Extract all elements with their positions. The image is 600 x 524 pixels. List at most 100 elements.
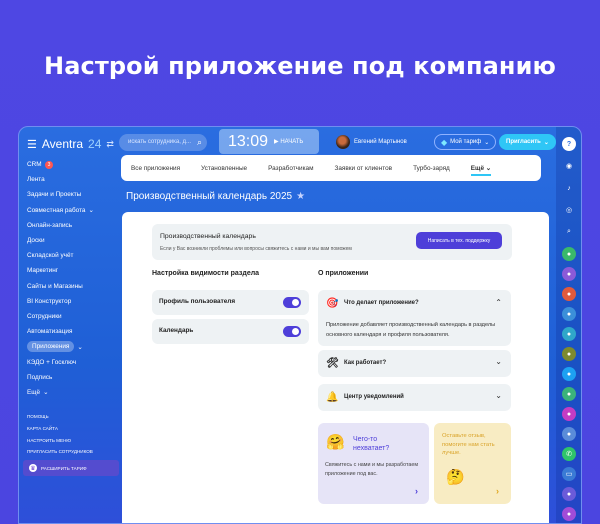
chat-icon[interactable]: ◉	[562, 159, 576, 173]
support-title: Производственный календарь	[160, 233, 256, 240]
accordion-how-it-works[interactable]: 🛠 Как работает? ⌄	[318, 350, 511, 377]
sidebar-item-inventory[interactable]: Складской учёт	[27, 248, 123, 263]
app-tabs: Все приложения Установленные Разработчик…	[121, 155, 541, 181]
user-name: Евгений Мартынов	[354, 139, 407, 145]
search-icon[interactable]: ⌕	[197, 137, 202, 148]
accordion-header[interactable]: 🛠 Как работает?	[326, 350, 386, 376]
chevron-down-icon[interactable]: ⌄	[495, 357, 502, 366]
invite-button[interactable]: Пригласить ⌄	[499, 134, 556, 150]
visibility-row: Календарь	[152, 319, 309, 344]
contact-support-button[interactable]: Написать в тех. поддержку	[416, 232, 502, 249]
chat-avatar-icon[interactable]: ●	[562, 367, 576, 381]
star-icon[interactable]: ★	[296, 191, 305, 202]
upgrade-tariff-button[interactable]: ♛ РАСШИРИТЬ ТАРИФ	[23, 460, 119, 476]
chevron-down-icon: ⌄	[485, 164, 492, 172]
tariff-label: Мой тариф	[450, 139, 482, 145]
counter-badge: 3	[44, 160, 54, 169]
visibility-label: Профиль пользователя	[159, 298, 236, 305]
sidebar-item-crm[interactable]: CRM 3	[27, 157, 123, 172]
chat-avatar-icon[interactable]: ●	[562, 387, 576, 401]
tab-more[interactable]: Ещё ⌄	[470, 164, 492, 176]
help-icon[interactable]: ?	[562, 137, 576, 151]
sidebar-item-kedo[interactable]: КЭДО + Госключ	[27, 354, 123, 369]
feedback-card[interactable]: Оставьте отзыв, помогите нам стать лучше…	[434, 423, 511, 504]
logo-name: Aventra	[41, 137, 84, 151]
visibility-title: Настройка видимости раздела	[152, 270, 260, 277]
chevron-down-icon: ⌄	[543, 139, 549, 146]
page-title-text: Производственный календарь 2025	[126, 191, 293, 202]
chat-avatar-icon[interactable]: ●	[562, 487, 576, 501]
swap-icon[interactable]: ⇄	[106, 139, 114, 150]
user-profile[interactable]: Евгений Мартынов	[336, 135, 407, 149]
sidebar-item-booking[interactable]: Онлайн-запись	[27, 218, 123, 233]
tariff-button[interactable]: ◆ Мой тариф ⌄	[434, 134, 497, 150]
chevron-down-icon: ⌄	[88, 207, 94, 215]
accordion-body: Приложение добавляет производственный ка…	[326, 322, 496, 338]
avatar[interactable]	[336, 135, 350, 149]
sidebar-item-boards[interactable]: Доски	[27, 233, 123, 248]
support-text: Если у Вас возникли проблемы или вопросы…	[160, 246, 352, 252]
chevron-down-icon[interactable]: ⌄	[495, 391, 502, 400]
profile-visibility-toggle[interactable]	[283, 297, 301, 308]
chat-avatar-icon[interactable]: ●	[562, 427, 576, 441]
bell-icon[interactable]: ♪	[562, 181, 576, 195]
tab-client-requests[interactable]: Заявки от клиентов	[334, 165, 392, 172]
work-clock[interactable]: 13:09 ▶ НАЧАТЬ	[219, 129, 319, 154]
chat-avatar-icon[interactable]: ●	[562, 287, 576, 301]
invite-label: Пригласить	[506, 139, 541, 145]
sidebar-item-automation[interactable]: Автоматизация	[27, 324, 123, 339]
chat-avatar-icon[interactable]: ●	[562, 507, 576, 521]
chevron-right-icon[interactable]: ›	[496, 486, 499, 496]
menu-icon[interactable]: ☰	[27, 138, 37, 151]
request-app-card[interactable]: 🤗 Чего-то нехватает? Свяжитесь с нами и …	[318, 423, 429, 504]
search-icon[interactable]: ⌕	[562, 225, 576, 239]
accordion-title: Центр уведомлений	[344, 394, 404, 400]
hugging-face-icon: 🤗	[326, 434, 345, 451]
sidebar-link-help[interactable]: ПОМОЩЬ	[27, 411, 123, 423]
sidebar-link-invite[interactable]: ПРИГЛАСИТЬ СОТРУДНИКОВ	[27, 446, 123, 458]
card-description: Свяжитесь с нами и мы разработаем прилож…	[325, 462, 419, 477]
sidebar-item-marketing[interactable]: Маркетинг	[27, 263, 123, 278]
clock-time: 13:09	[228, 132, 269, 150]
visibility-row: Профиль пользователя	[152, 290, 309, 315]
accordion-header[interactable]: 🎯 Что делает приложение?	[326, 290, 419, 316]
sidebar-item-sites[interactable]: Сайты и Магазины	[27, 279, 123, 294]
chat-avatar-icon[interactable]: ●	[562, 347, 576, 361]
chat-avatar-icon[interactable]: ●	[562, 247, 576, 261]
tab-all-apps[interactable]: Все приложения	[131, 165, 180, 172]
sidebar-item-employees[interactable]: Сотрудники	[27, 309, 123, 324]
screen-icon[interactable]: ▭	[562, 467, 576, 481]
sidebar-item-tasks[interactable]: Задачи и Проекты	[27, 187, 123, 202]
sidebar-item-collab[interactable]: Совместная работа ⌄	[27, 203, 123, 218]
accordion-title: Что делает приложение?	[344, 300, 419, 306]
chevron-right-icon[interactable]: ›	[415, 486, 418, 496]
calendar-visibility-toggle[interactable]	[283, 326, 301, 337]
logo[interactable]: ☰ Aventra 24 ⇄	[27, 137, 114, 151]
sidebar-item-apps[interactable]: Приложения ⌄	[27, 339, 123, 354]
tab-turbo[interactable]: Турбо-заряд	[413, 165, 450, 172]
sidebar-item-bi[interactable]: BI Конструктор	[27, 294, 123, 309]
search-input[interactable]: искать сотрудника, д... ⌕	[119, 134, 207, 151]
tab-installed[interactable]: Установленные	[201, 165, 247, 172]
sidebar-item-sign[interactable]: Подпись	[27, 370, 123, 385]
chat-avatar-icon[interactable]: ●	[562, 307, 576, 321]
right-rail: ? ◉ ♪ ◎ ⌕ ● ● ● ● ● ● ● ● ● ● ✆ ▭ ● ●	[556, 127, 581, 523]
messenger-icon[interactable]: ◎	[562, 203, 576, 217]
accordion-header[interactable]: 🔔 Центр уведомлений	[326, 384, 404, 410]
phone-icon[interactable]: ✆	[562, 447, 576, 461]
sidebar-link-configure[interactable]: НАСТРОИТЬ МЕНЮ	[27, 434, 123, 446]
clock-start-button[interactable]: ▶ НАЧАТЬ	[274, 138, 303, 145]
accordion-what-it-does[interactable]: 🎯 Что делает приложение? ⌃ Приложение до…	[318, 290, 511, 346]
accordion-notifications[interactable]: 🔔 Центр уведомлений ⌄	[318, 384, 511, 411]
sidebar-link-sitemap[interactable]: КАРТА САЙТА	[27, 423, 123, 435]
sidebar-item-feed[interactable]: Лента	[27, 172, 123, 187]
chat-avatar-icon[interactable]: ●	[562, 327, 576, 341]
chevron-up-icon[interactable]: ⌃	[495, 298, 502, 307]
tab-developers[interactable]: Разработчикам	[268, 165, 313, 172]
accordion-title: Как работает?	[344, 360, 387, 366]
chat-avatar-icon[interactable]: ●	[562, 407, 576, 421]
sidebar-item-more[interactable]: Ещё ⌄	[27, 385, 123, 400]
chevron-down-icon: ⌄	[77, 343, 83, 351]
chat-avatar-icon[interactable]: ●	[562, 267, 576, 281]
chevron-down-icon: ⌄	[43, 389, 49, 397]
